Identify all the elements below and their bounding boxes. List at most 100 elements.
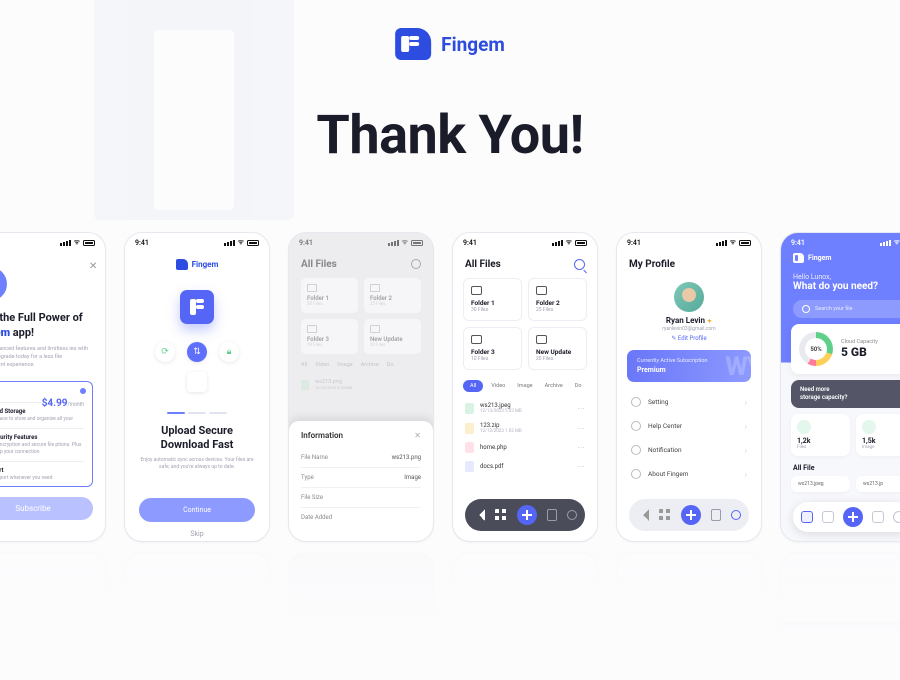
fingem-logo-icon [395, 28, 431, 60]
folder-icon [471, 286, 482, 295]
hero-bolt-icon: ⚡︎ [0, 267, 7, 301]
gear-icon [631, 397, 641, 407]
tab-video[interactable]: Video [487, 380, 509, 392]
nav-home-icon[interactable] [637, 509, 649, 521]
brand-small: Fingem [781, 249, 900, 267]
continue-button[interactable]: Continue [139, 498, 255, 522]
status-bar: 9:41 ᯤ [289, 233, 433, 249]
folder-card[interactable]: Folder 225 Files [528, 278, 587, 321]
nav-add-button[interactable] [517, 505, 537, 525]
greeting: Hello Lunox, What do you need? [781, 267, 900, 294]
nav-docs-icon[interactable] [547, 509, 557, 521]
capacity-ring-icon: 50% [799, 332, 833, 366]
filter-tabs: All Video Image Archive Do [453, 370, 597, 398]
chevron-right-icon: › [745, 398, 747, 407]
paywall-heading: eash the Full Power of Fingem app! [0, 311, 105, 341]
paywall-subtext: orld of enhanced features and limitless … [0, 341, 105, 378]
skip-button[interactable]: Skip [125, 530, 269, 538]
file-row[interactable]: ws213.jpeg12/13/2023 5.03 MB⋯ [453, 398, 597, 418]
profile-email: ryanlevin03@gmail.com [617, 326, 761, 332]
search-icon[interactable] [411, 259, 421, 269]
file-row[interactable]: 123.zip12/12/2023 1.02 MB⋯ [453, 418, 597, 438]
info-sheet: Information✕ File Namews213.png TypeImag… [289, 421, 433, 541]
status-bar: 9:41 ᯤ [0, 233, 105, 249]
menu-about[interactable]: About Fingem› [617, 462, 761, 486]
status-bar: 9:41 ᯤ [781, 233, 900, 249]
more-icon[interactable]: ⋯ [577, 404, 585, 413]
menu-notification[interactable]: Notification› [617, 438, 761, 462]
file-row[interactable]: home.php⋯ [453, 438, 597, 457]
feature-chips: ⟳ ⇅ 🔒︎ [125, 342, 269, 362]
tab-doc[interactable]: Do [571, 380, 586, 392]
nav-profile-icon[interactable] [731, 510, 741, 520]
folder-icon [536, 335, 547, 344]
more-icon[interactable]: ⋯ [577, 424, 585, 433]
close-icon[interactable]: ✕ [414, 431, 421, 440]
search-icon[interactable] [574, 259, 585, 270]
app-tile-icon [180, 290, 214, 324]
bell-icon [631, 445, 641, 455]
tab-image[interactable]: Image [513, 380, 536, 392]
info-icon [631, 469, 641, 479]
nav-profile-icon[interactable] [893, 511, 900, 523]
nav-docs-icon[interactable] [872, 511, 884, 523]
status-bar: 9:41 ᯤ [125, 233, 269, 249]
avatar[interactable] [674, 282, 704, 312]
mockup-paywall: 9:41 ᯤ ✕ ⚡︎ eash the Full Power of Finge… [0, 232, 106, 542]
device-icon [187, 372, 207, 392]
capacity-card[interactable]: 50% Cloud Capacity5 GB › [791, 324, 900, 374]
nav-home-icon[interactable] [473, 509, 485, 521]
nav-files-icon[interactable] [495, 509, 507, 521]
page-header: All Files [465, 259, 501, 270]
stat-images[interactable]: 1,5kImage [856, 414, 900, 456]
page-header: All Files [289, 249, 433, 278]
nav-add-button[interactable] [681, 505, 701, 525]
mockup-info-sheet: 9:41 ᯤ All Files Folder 130 Files Folder… [288, 232, 434, 542]
selected-dot-icon [80, 388, 86, 394]
sheet-title: Information [301, 431, 343, 440]
plan-name: ium [0, 388, 84, 397]
page-title: Thank You! [316, 104, 583, 167]
onboard-desc: Enjoy automatic sync across devices. You… [125, 457, 269, 472]
brand-lockup: Fingem [395, 28, 505, 60]
menu-setting[interactable]: Setting› [617, 390, 761, 414]
page-indicator [125, 412, 269, 414]
folder-card[interactable]: Folder 310 Files [463, 327, 522, 370]
folder-icon [536, 286, 547, 295]
nav-add-button[interactable] [843, 507, 863, 527]
tab-archive[interactable]: Archive [541, 380, 567, 392]
edit-profile-button[interactable]: ✎ Edit Profile [617, 335, 761, 342]
search-input[interactable]: Search your file [793, 300, 900, 318]
premium-badge-icon: ✦ [707, 318, 712, 325]
nav-docs-icon[interactable] [711, 509, 721, 521]
mockup-all-files: 9:41 ᯤ All Files Folder 130 Files Folder… [452, 232, 598, 542]
nav-files-icon[interactable] [659, 509, 671, 521]
phone-showcase-strip: 9:41 ᯤ ✕ ⚡︎ eash the Full Power of Finge… [0, 232, 900, 542]
brand-name: Fingem [441, 33, 505, 56]
file-row[interactable]: docs.pdf⋯ [453, 457, 597, 476]
nav-home-icon[interactable] [801, 511, 813, 523]
sync-icon: ⟳ [155, 342, 175, 362]
stat-files[interactable]: 1,2kFiles [791, 414, 850, 456]
folder-icon [471, 335, 482, 344]
menu-help[interactable]: Help Center› [617, 414, 761, 438]
fingem-logo-icon [793, 253, 804, 263]
subscription-banner[interactable]: Currently Active Subscription Premium W\ [627, 350, 751, 382]
nav-profile-icon[interactable] [567, 510, 577, 520]
page-header: My Profile [629, 259, 675, 270]
file-card[interactable]: ws213.jpeg [791, 476, 850, 492]
search-icon [802, 305, 810, 313]
folder-card[interactable]: New Update20 Files [528, 327, 587, 370]
close-icon[interactable]: ✕ [89, 261, 97, 272]
section-heading: All File [781, 456, 900, 476]
tab-all[interactable]: All [463, 380, 483, 392]
image-icon [862, 420, 876, 434]
brand-small: Fingem [125, 259, 269, 270]
plan-card[interactable]: ium $4.99/month B Cloud Storagemple spac… [0, 381, 93, 487]
subscribe-button[interactable]: Subscribe [0, 497, 93, 520]
upgrade-banner[interactable]: Need more storage capacity? › [791, 380, 900, 408]
folder-card[interactable]: Folder 130 Files [463, 278, 522, 321]
file-card[interactable]: ws213.jp [856, 476, 900, 492]
nav-files-icon[interactable] [822, 511, 834, 523]
lock-icon: 🔒︎ [219, 342, 239, 362]
